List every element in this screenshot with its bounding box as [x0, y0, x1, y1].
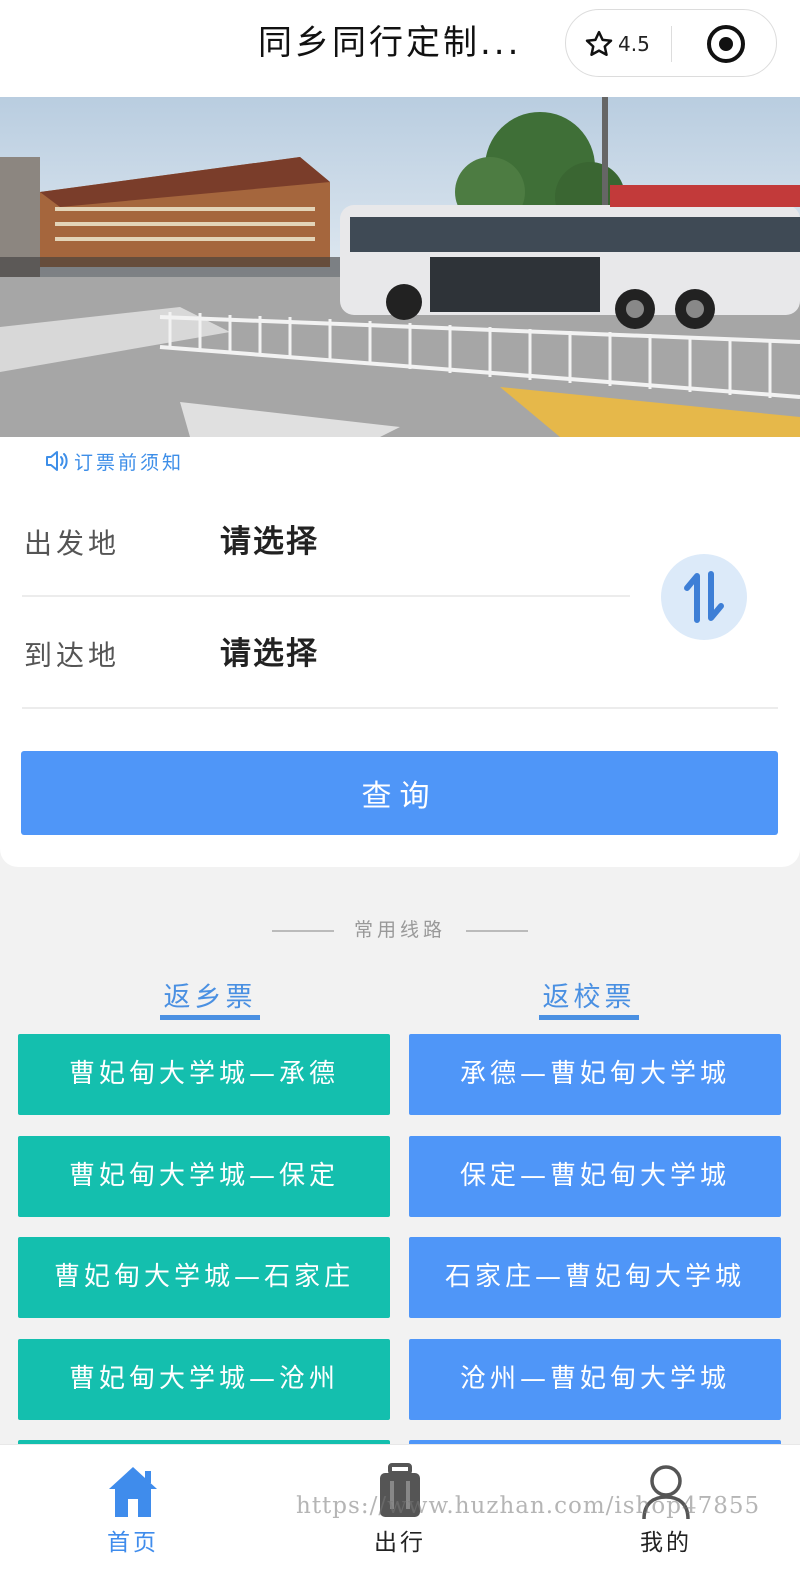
capsule-divider	[671, 26, 672, 62]
banner-image	[0, 97, 800, 437]
active-underline	[160, 1015, 260, 1020]
route-button[interactable]: 石家庄—曹妃甸大学城	[409, 1237, 781, 1318]
from-label: 出发地	[24, 527, 121, 560]
to-select[interactable]: 请选择	[220, 628, 319, 673]
route-button[interactable]: 曹妃甸大学城—沧州	[18, 1339, 390, 1420]
tab-home-tickets[interactable]: 返乡票	[160, 975, 260, 1020]
route-button[interactable]: 保定—曹妃甸大学城	[409, 1136, 781, 1217]
route-button[interactable]: 曹妃甸大学城—保定	[18, 1136, 390, 1217]
active-underline	[539, 1015, 639, 1020]
watermark-text: https://www.huzhan.com/ishop47855	[296, 1493, 761, 1519]
home-tickets-title: 返乡票	[163, 982, 257, 1013]
tab-home[interactable]: 首页	[53, 1445, 213, 1570]
speaker-icon	[46, 451, 68, 471]
home-icon	[109, 1467, 157, 1517]
tab-school-tickets[interactable]: 返校票	[539, 975, 639, 1020]
to-label: 到达地	[24, 639, 121, 672]
notice-text: 订票前须知	[74, 451, 185, 474]
divider	[22, 595, 630, 597]
swap-button[interactable]	[661, 554, 747, 640]
section-common-routes: 常用线路	[0, 915, 800, 942]
star-icon	[585, 30, 613, 56]
target-icon[interactable]	[706, 24, 746, 64]
rating-button[interactable]: 4.5	[584, 26, 650, 62]
capsule-menu[interactable]: 4.5	[565, 9, 777, 77]
route-button[interactable]: 曹妃甸大学城—石家庄	[18, 1237, 390, 1318]
swap-arrows-icon	[684, 571, 724, 623]
section-title-text: 常用线路	[353, 919, 446, 941]
booking-notice-link[interactable]: 订票前须知	[44, 448, 184, 474]
mini-program-header: 同乡同行定制... 4.5	[0, 0, 800, 97]
divider	[22, 707, 778, 709]
route-button[interactable]: 曹妃甸大学城—承德	[18, 1034, 390, 1115]
tab-mine-label: 我的	[640, 1530, 692, 1556]
from-select[interactable]: 请选择	[220, 516, 319, 561]
divider	[271, 929, 334, 932]
tab-trips-label: 出行	[374, 1530, 426, 1556]
query-button[interactable]: 查询	[21, 751, 778, 835]
rating-value: 4.5	[618, 32, 650, 56]
route-button[interactable]: 承德—曹妃甸大学城	[409, 1034, 781, 1115]
school-tickets-title: 返校票	[542, 982, 636, 1013]
page-title: 同乡同行定制...	[258, 23, 522, 63]
tab-home-label: 首页	[107, 1530, 159, 1556]
route-button[interactable]: 沧州—曹妃甸大学城	[409, 1339, 781, 1420]
divider	[466, 929, 528, 932]
